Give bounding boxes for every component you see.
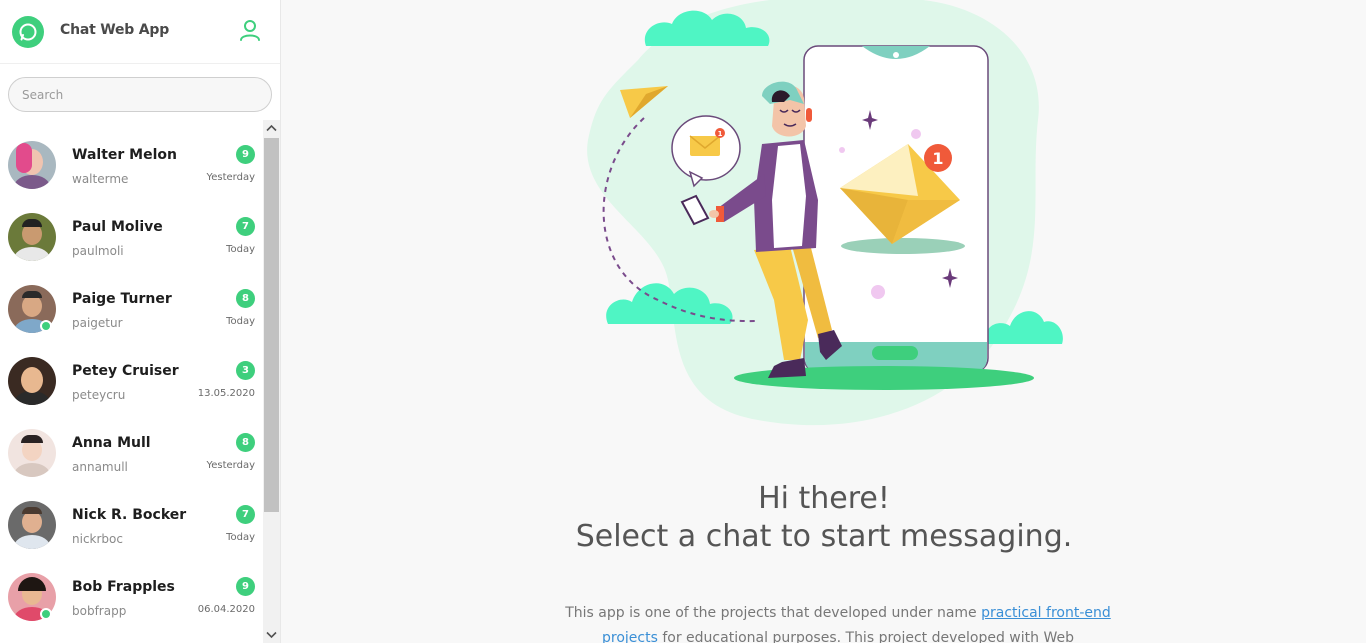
chat-username: annamull: [72, 460, 128, 474]
chat-username: paulmoli: [72, 244, 124, 258]
description-text: This app is one of the projects that dev…: [565, 605, 982, 621]
welcome-subtitle: Select a chat to start messaging.: [575, 519, 1073, 554]
scroll-up-button[interactable]: [263, 120, 280, 137]
mini-notification-count: 1: [718, 130, 723, 138]
chat-name: Paul Molive: [72, 219, 163, 235]
chat-name: Anna Mull: [72, 435, 151, 451]
chat-username: peteycru: [72, 388, 126, 402]
chat-time: Yesterday: [206, 460, 255, 471]
chevron-up-icon: [266, 124, 277, 132]
app-title: Chat Web App: [60, 22, 170, 38]
chat-username: nickrboc: [72, 532, 123, 546]
chat-name: Petey Cruiser: [72, 363, 179, 379]
unread-badge: 3: [236, 361, 255, 380]
sidebar-header: Chat Web App: [0, 0, 280, 64]
chat-item-paige-turner[interactable]: Paige Turner paigetur 8 Today: [0, 285, 263, 357]
avatar: [8, 501, 56, 549]
sidebar: Chat Web App Walter Melon walterme 9 Yes…: [0, 0, 281, 643]
unread-badge: 7: [236, 217, 255, 236]
chat-item-nick-r-bocker[interactable]: Nick R. Bocker nickrboc 7 Today: [0, 501, 263, 573]
online-status-indicator: [40, 320, 52, 332]
avatar: [8, 357, 56, 405]
welcome-description: This app is one of the projects that dev…: [558, 601, 1118, 643]
chat-time: Today: [226, 244, 255, 255]
chat-item-walter-melon[interactable]: Walter Melon walterme 9 Yesterday: [0, 141, 263, 213]
chat-item-bob-frapples[interactable]: Bob Frapples bobfrapp 9 06.04.2020: [0, 573, 263, 643]
chat-username: walterme: [72, 172, 129, 186]
chat-name: Paige Turner: [72, 291, 172, 307]
welcome-illustration: 1 1: [587, 0, 1063, 426]
unread-badge: 8: [236, 289, 255, 308]
chat-time: 06.04.2020: [197, 604, 255, 615]
online-status-indicator: [40, 608, 52, 620]
chat-item-anna-mull[interactable]: Anna Mull annamull 8 Yesterday: [0, 429, 263, 501]
whatsapp-chat-icon: [12, 16, 44, 48]
welcome-panel: 1 1 Hi there! Select a chat to start mes…: [282, 0, 1366, 643]
chat-username: bobfrapp: [72, 604, 127, 618]
chat-time: 13.05.2020: [197, 388, 255, 399]
chevron-down-icon: [266, 631, 277, 639]
unread-badge: 8: [236, 433, 255, 452]
chat-name: Nick R. Bocker: [72, 507, 187, 523]
unread-badge: 9: [236, 577, 255, 596]
description-text-continued: for educational purposes. This project d…: [657, 630, 1074, 643]
user-icon: [240, 20, 260, 41]
unread-badge: 7: [236, 505, 255, 524]
notification-count: 1: [932, 149, 943, 168]
chat-username: paigetur: [72, 316, 123, 330]
unread-badge: 9: [236, 145, 255, 164]
chat-name: Walter Melon: [72, 147, 177, 163]
avatar: [8, 429, 56, 477]
search-input[interactable]: [8, 77, 272, 112]
chat-list-scrollbar[interactable]: [263, 120, 280, 643]
chat-item-petey-cruiser[interactable]: Petey Cruiser peteycru 3 13.05.2020: [0, 357, 263, 429]
chat-time: Yesterday: [206, 172, 255, 183]
chat-item-paul-molive[interactable]: Paul Molive paulmoli 7 Today: [0, 213, 263, 285]
scroll-down-button[interactable]: [263, 626, 280, 643]
chat-list: Walter Melon walterme 9 Yesterday Paul M…: [0, 120, 263, 643]
chat-name: Bob Frapples: [72, 579, 175, 595]
scroll-thumb[interactable]: [264, 138, 279, 512]
avatar: [8, 213, 56, 261]
avatar: [8, 141, 56, 189]
chat-time: Today: [226, 316, 255, 327]
chat-time: Today: [226, 532, 255, 543]
search-bar: [8, 77, 272, 112]
profile-button[interactable]: [238, 18, 262, 44]
welcome-title: Hi there!: [758, 481, 890, 516]
